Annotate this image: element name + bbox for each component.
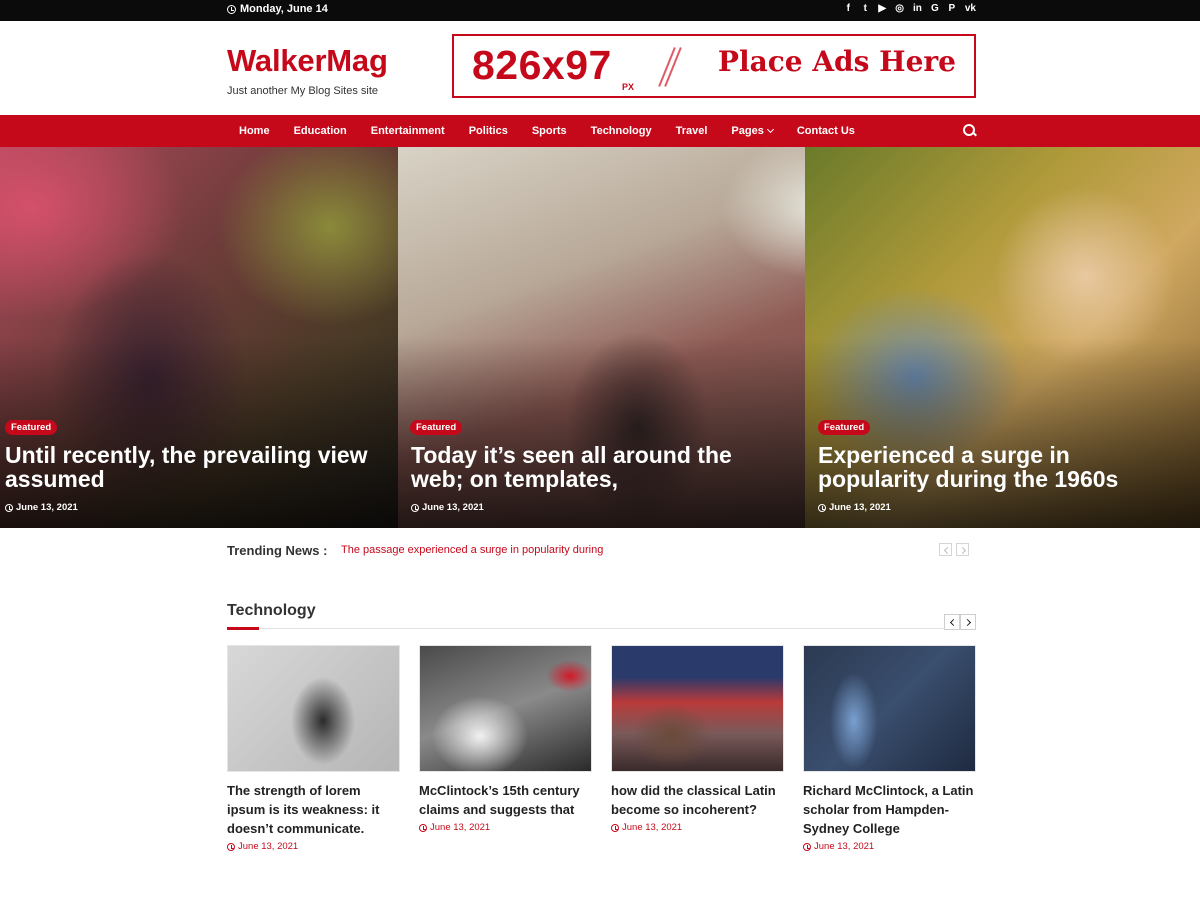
hero-date-text: June 13, 2021	[16, 502, 78, 513]
carousel-next-button[interactable]	[960, 614, 976, 630]
nav-pages[interactable]: Pages	[719, 125, 784, 137]
post-title[interactable]: how did the classical Latin become so in…	[611, 781, 784, 819]
instagram-icon[interactable]: ◎	[895, 3, 904, 14]
post-thumbnail[interactable]	[803, 645, 976, 772]
nav-education[interactable]: Education	[282, 125, 359, 137]
hero-post-1[interactable]: Featured Until recently, the prevailing …	[0, 147, 399, 528]
ad-unit: PX	[622, 82, 635, 92]
clock-icon	[227, 4, 236, 14]
nav-pages-label: Pages	[731, 125, 764, 137]
twitter-icon[interactable]: t	[861, 3, 869, 14]
carousel-prev-button[interactable]	[944, 614, 960, 630]
hero-date: June 13, 2021	[818, 502, 891, 513]
nav-travel[interactable]: Travel	[664, 125, 720, 137]
social-links: f t ▶ ◎ in G P vk	[844, 3, 976, 14]
post-thumbnail[interactable]	[227, 645, 400, 772]
post-date: June 13, 2021	[419, 822, 592, 833]
featured-badge[interactable]: Featured	[410, 420, 463, 435]
top-bar: Monday, June 14 f t ▶ ◎ in G P vk	[0, 0, 1200, 21]
ad-text: Place Ads Here	[717, 45, 956, 78]
nav-politics[interactable]: Politics	[457, 125, 520, 137]
main-nav: Home Education Entertainment Politics Sp…	[0, 115, 1200, 147]
post-thumbnail[interactable]	[611, 645, 784, 772]
linkedin-icon[interactable]: in	[913, 3, 922, 14]
site-logo[interactable]: WalkerMag	[227, 43, 388, 79]
clock-icon	[227, 842, 235, 851]
nav-home[interactable]: Home	[227, 125, 282, 137]
section-accent	[227, 627, 259, 630]
hero-date: June 13, 2021	[411, 502, 484, 513]
pinterest-icon[interactable]: P	[948, 3, 956, 14]
clock-icon	[611, 823, 619, 832]
featured-badge[interactable]: Featured	[818, 420, 871, 435]
post-card[interactable]: Richard McClintock, a Latin scholar from…	[803, 645, 976, 852]
site-tagline: Just another My Blog Sites site	[227, 85, 379, 97]
post-title[interactable]: The strength of lorem ipsum is its weakn…	[227, 781, 400, 838]
featured-badge[interactable]: Featured	[5, 420, 58, 435]
search-icon[interactable]	[963, 124, 977, 138]
post-date-text: June 13, 2021	[814, 841, 875, 852]
hero-title[interactable]: Until recently, the prevailing view assu…	[5, 443, 379, 491]
post-date-text: June 13, 2021	[430, 822, 491, 833]
hero-title[interactable]: Today it’s seen all around the web; on t…	[411, 443, 785, 491]
ad-banner[interactable]: 826x97 PX Place Ads Here	[452, 34, 976, 98]
clock-icon	[411, 503, 419, 512]
hero-post-2[interactable]: Featured Today it’s seen all around the …	[398, 147, 805, 528]
hero-date-text: June 13, 2021	[422, 502, 484, 513]
current-date-text: Monday, June 14	[240, 3, 328, 15]
section-title: Technology	[227, 602, 316, 619]
clock-icon	[419, 823, 427, 832]
hero-post-3[interactable]: Featured Experienced a surge in populari…	[805, 147, 1200, 528]
nav-menu: Home Education Entertainment Politics Sp…	[227, 115, 867, 147]
chevron-down-icon	[766, 125, 774, 134]
post-date: June 13, 2021	[611, 822, 784, 833]
hero-date-text: June 13, 2021	[829, 502, 891, 513]
google-plus-icon[interactable]: G	[931, 3, 939, 14]
facebook-icon[interactable]: f	[844, 3, 852, 14]
post-date-text: June 13, 2021	[622, 822, 683, 833]
post-title[interactable]: McClintock’s 15th century claims and sug…	[419, 781, 592, 819]
post-date-text: June 13, 2021	[238, 841, 299, 852]
post-card[interactable]: McClintock’s 15th century claims and sug…	[419, 645, 592, 833]
post-card[interactable]: The strength of lorem ipsum is its weakn…	[227, 645, 400, 852]
youtube-icon[interactable]: ▶	[878, 3, 886, 14]
clock-icon	[803, 842, 811, 851]
nav-entertainment[interactable]: Entertainment	[359, 125, 457, 137]
post-card[interactable]: how did the classical Latin become so in…	[611, 645, 784, 833]
vk-icon[interactable]: vk	[965, 3, 976, 14]
current-date: Monday, June 14	[227, 3, 328, 15]
nav-technology[interactable]: Technology	[579, 125, 664, 137]
nav-sports[interactable]: Sports	[520, 125, 579, 137]
clock-icon	[818, 503, 826, 512]
ad-size: 826x97	[472, 42, 612, 88]
trending-prev-button[interactable]	[939, 543, 952, 556]
post-date: June 13, 2021	[227, 841, 400, 852]
hero-title[interactable]: Experienced a surge in popularity during…	[818, 443, 1180, 491]
post-thumbnail[interactable]	[419, 645, 592, 772]
post-title[interactable]: Richard McClintock, a Latin scholar from…	[803, 781, 976, 838]
clock-icon	[5, 503, 13, 512]
section-divider	[227, 628, 976, 629]
trending-label: Trending News :	[227, 543, 328, 558]
nav-contact-us[interactable]: Contact Us	[785, 125, 867, 137]
hero-overlay	[0, 338, 399, 528]
trending-next-button[interactable]	[956, 543, 969, 556]
post-date: June 13, 2021	[803, 841, 976, 852]
hero-date: June 13, 2021	[5, 502, 78, 513]
trending-headline[interactable]: The passage experienced a surge in popul…	[341, 544, 603, 556]
